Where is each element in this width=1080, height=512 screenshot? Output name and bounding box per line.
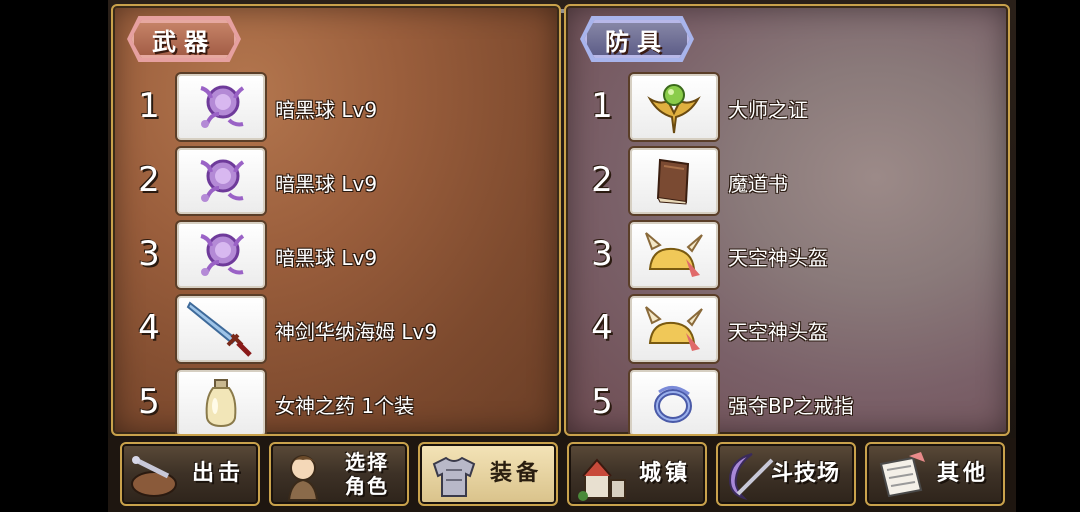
weapon-slot[interactable]: [177, 222, 265, 288]
armor-row-1[interactable]: 1 大师之证: [566, 72, 1008, 142]
armor-slot[interactable]: [630, 148, 718, 214]
sword-icon: [186, 301, 252, 357]
select-character-label-line1: 选择: [345, 450, 389, 474]
weapon-row-4[interactable]: 4 神剑华纳海姆 Lv9: [113, 294, 559, 364]
arena-button[interactable]: 斗技场: [716, 442, 856, 506]
other-button[interactable]: 其他: [865, 442, 1005, 506]
armor-slot[interactable]: [630, 222, 718, 288]
master-emblem-icon: [647, 84, 701, 134]
scroll-icon: [879, 452, 925, 498]
weapon-rank: 5: [138, 382, 160, 422]
armor-row-2[interactable]: 2 魔道书: [566, 146, 1008, 216]
weapons-panel-title: 武器: [131, 20, 237, 58]
armor-name: 大师之证: [728, 98, 808, 122]
select-character-label: 选择 角色: [345, 444, 389, 504]
armor-panel: 防具 1 大师之证 2 魔道书 3 天空神头盔 4 天空神头盔 5 强夺BP之戒…: [564, 4, 1010, 436]
armor-slot[interactable]: [630, 296, 718, 362]
weapon-row-2[interactable]: 2 暗黑球 Lv9: [113, 146, 559, 216]
weapon-slot[interactable]: [177, 296, 265, 362]
dark-orb-icon: [200, 159, 245, 202]
weapon-row-5[interactable]: 5 女神之药 1个装: [113, 368, 559, 434]
weapon-name: 女神之药 1个装: [275, 394, 415, 418]
dark-orb-icon: [200, 85, 245, 128]
weapon-row-3[interactable]: 3 暗黑球 Lv9: [113, 220, 559, 290]
armor-rank: 4: [591, 308, 613, 348]
weapon-rank: 2: [138, 160, 160, 200]
sortie-button[interactable]: 出击: [120, 442, 260, 506]
armor-row-4[interactable]: 4 天空神头盔: [566, 294, 1008, 364]
game-screen: 武器 1 暗黑球 Lv9 2 暗黑球 Lv9 3 暗黑球 Lv9 4 神剑华纳海…: [108, 0, 1016, 512]
potion-icon: [205, 379, 237, 428]
equipment-button[interactable]: 装备: [418, 442, 558, 506]
weapon-name: 神剑华纳海姆 Lv9: [275, 320, 438, 344]
equipment-label: 装备: [489, 460, 542, 486]
spellbook-icon: [656, 158, 690, 205]
sortie-label: 出击: [191, 460, 244, 486]
bottom-nav-bar: 出击 选择 角色 装备 城镇 斗技场 其他: [108, 438, 1016, 512]
weapons-panel: 武器 1 暗黑球 Lv9 2 暗黑球 Lv9 3 暗黑球 Lv9 4 神剑华纳海…: [111, 4, 561, 436]
armor-rank: 1: [591, 86, 613, 126]
armor-rank: 3: [591, 234, 613, 274]
armor-row-5[interactable]: 5 强夺BP之戒指: [566, 368, 1008, 434]
weapon-rank: 3: [138, 234, 160, 274]
weapon-name: 暗黑球 Lv9: [275, 172, 378, 196]
select-character-label-line2: 角色: [345, 474, 389, 498]
weapon-slot[interactable]: [177, 74, 265, 140]
armor-name: 天空神头盔: [728, 320, 828, 344]
sortie-icon: [131, 456, 177, 497]
winged-helmet-icon: [645, 306, 703, 351]
weapon-name: 暗黑球 Lv9: [275, 98, 378, 122]
weapon-slot[interactable]: [177, 370, 265, 434]
armor-name: 魔道书: [728, 172, 788, 196]
town-button[interactable]: 城镇: [567, 442, 707, 506]
weapon-rank: 1: [138, 86, 160, 126]
town-icon: [578, 458, 626, 501]
armor-slot[interactable]: [630, 74, 718, 140]
armor-rank: 2: [591, 160, 613, 200]
winged-helmet-icon: [645, 232, 703, 277]
armor-slot[interactable]: [630, 370, 718, 434]
arena-label: 斗技场: [770, 460, 840, 486]
armor-row-3[interactable]: 3 天空神头盔: [566, 220, 1008, 290]
town-label: 城镇: [638, 460, 691, 486]
weapon-slot[interactable]: [177, 148, 265, 214]
weapon-rank: 4: [138, 308, 160, 348]
armor-name: 天空神头盔: [728, 246, 828, 270]
armor-rank: 5: [591, 382, 613, 422]
character-icon: [287, 455, 319, 501]
dark-orb-icon: [200, 233, 245, 276]
weapon-name: 暗黑球 Lv9: [275, 246, 378, 270]
armor-icon: [432, 456, 476, 497]
weapon-row-1[interactable]: 1 暗黑球 Lv9: [113, 72, 559, 142]
ring-icon: [654, 386, 692, 423]
other-label: 其他: [936, 460, 989, 486]
select-character-button[interactable]: 选择 角色: [269, 442, 409, 506]
armor-panel-title: 防具: [584, 20, 690, 58]
armor-name: 强夺BP之戒指: [728, 394, 854, 418]
